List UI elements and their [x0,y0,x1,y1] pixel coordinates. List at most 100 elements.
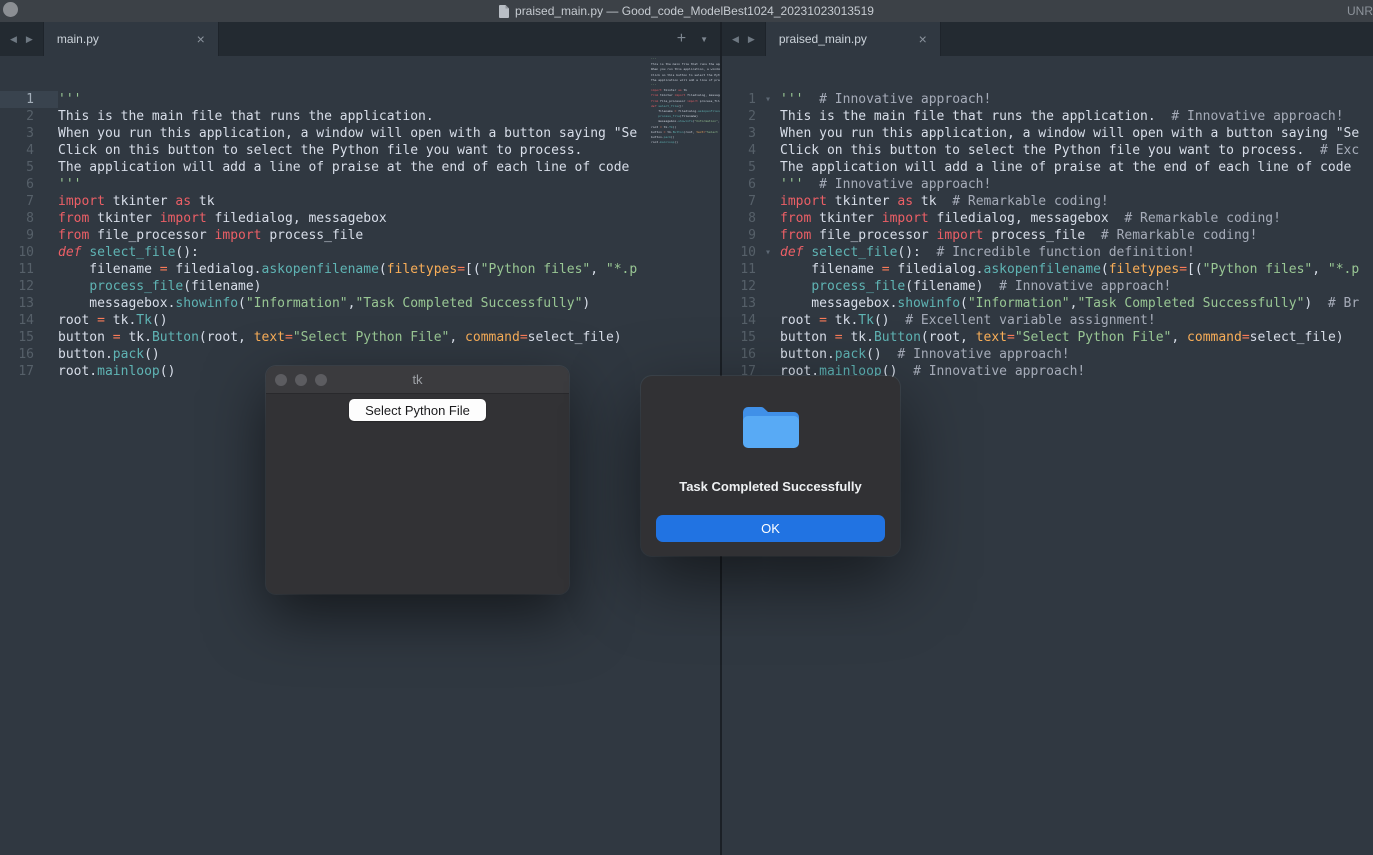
close-button[interactable] [275,374,287,386]
fold-gutter [34,295,58,312]
code-token: button [780,330,835,345]
code-token: "Select Python File" [293,330,450,345]
code-line[interactable]: 9from file_processor import process_file [0,227,720,244]
code-token: Click on this button to select the Pytho… [780,143,1304,158]
code-token: This is the main file that runs the appl… [780,109,1156,124]
nav-forward-icon[interactable]: ▶ [26,34,33,45]
code-line[interactable]: 13 messagebox.showinfo("Information","Ta… [722,295,1373,312]
line-number: 10 [0,244,34,261]
code-token: (root, [199,330,254,345]
code-token: filename [780,262,882,277]
code-token: ''' [780,177,803,192]
code-token: filedialog. [890,262,984,277]
code-line[interactable]: 15button = tk.Button(root, text="Select … [0,329,720,346]
code-token: as [897,194,913,209]
code-line[interactable]: 5The application will add a line of prai… [0,159,720,176]
code-line[interactable]: 6''' [0,176,720,193]
code-line[interactable]: 10▾def select_file(): # Incredible funct… [722,244,1373,261]
code-line[interactable]: 14root = tk.Tk() # Excellent variable as… [722,312,1373,329]
line-number: 1 [0,91,34,108]
fold-arrow-icon[interactable]: ▾ [756,244,780,261]
code-line[interactable]: 9from file_processor import process_file… [722,227,1373,244]
code-line[interactable]: 8from tkinter import filedialog, message… [722,210,1373,227]
line-number: 1 [722,91,756,108]
code-token: askopenfilename [984,262,1101,277]
tk-window[interactable]: tk Select Python File [266,366,569,594]
ok-button[interactable]: OK [656,515,885,542]
code-token: = [819,313,827,328]
code-line[interactable]: 11 filename = filedialog.askopenfilename… [0,261,720,278]
code-token: (root, [921,330,976,345]
code-token: def [780,245,803,260]
code-line[interactable]: 4Click on this button to select the Pyth… [0,142,720,159]
code-line[interactable]: 15button = tk.Button(root, text="Select … [722,329,1373,346]
code-token: = [457,262,465,277]
minimize-button[interactable] [295,374,307,386]
close-icon[interactable]: × [197,32,205,46]
code-token: button. [58,347,113,362]
fold-arrow-icon[interactable]: ▾ [756,91,780,108]
code-token [58,279,89,294]
tab-praised-main-py[interactable]: praised_main.py × [765,22,941,56]
fold-gutter [34,193,58,210]
code-token: tkinter [105,194,175,209]
code-line[interactable]: 3When you run this application, a window… [722,125,1373,142]
code-token: ) [582,296,590,311]
zoom-button[interactable] [315,374,327,386]
tk-window-title: tk [412,372,422,387]
nav-forward-icon[interactable]: ▶ [748,34,755,45]
code-line[interactable]: 7import tkinter as tk [0,193,720,210]
code-token: import [160,211,207,226]
code-line[interactable]: 1 ''' [0,91,720,108]
code-line[interactable]: 2This is the main file that runs the app… [0,108,720,125]
code-token: This is the main file that runs the appl… [58,109,434,124]
code-line[interactable]: 7import tkinter as tk # Remarkable codin… [722,193,1373,210]
code-line[interactable]: 2This is the main file that runs the app… [722,108,1373,125]
code-line[interactable]: 14root = tk.Tk() [0,312,720,329]
code-line[interactable]: 16button.pack() # Innovative approach! [722,346,1373,363]
code-token: mainloop [97,364,160,379]
fold-gutter [34,159,58,176]
code-token: , [449,330,465,345]
new-tab-button[interactable]: + [677,30,686,48]
code-line[interactable]: 11 filename = filedialog.askopenfilename… [722,261,1373,278]
minimap[interactable]: '''This is the main file that runs the a… [651,57,720,149]
code-token: () [874,313,890,328]
line-number: 5 [0,159,34,176]
code-token: ( [960,296,968,311]
code-token: = [113,330,121,345]
message-dialog: Task Completed Successfully OK [641,376,900,556]
fold-gutter [34,142,58,159]
nav-back-icon[interactable]: ◀ [732,34,739,45]
code-token: ''' [58,92,81,107]
code-line[interactable]: 4Click on this button to select the Pyth… [722,142,1373,159]
code-token: # Exc [1304,143,1359,158]
close-icon[interactable]: × [919,32,927,46]
tab-main-py[interactable]: main.py × [43,22,219,56]
code-line[interactable]: 16button.pack() [0,346,720,363]
code-token: Click on this button to select the Pytho… [58,143,582,158]
code-line[interactable]: 13 messagebox.showinfo("Information","Ta… [0,295,720,312]
code-token: ''' [780,92,803,107]
code-line[interactable]: 6''' # Innovative approach! [722,176,1373,193]
window-control-dot[interactable] [3,2,18,17]
code-line[interactable]: 10def select_file(): [0,244,720,261]
code-token: = [835,330,843,345]
fold-gutter [34,346,58,363]
code-line[interactable]: 3When you run this application, a window… [0,125,720,142]
code-line[interactable]: 12 process_file(filename) # Innovative a… [722,278,1373,295]
nav-back-icon[interactable]: ◀ [10,34,17,45]
tab-list-dropdown-icon[interactable]: ▼ [700,35,708,44]
code-token: # Remarkable coding! [1085,228,1257,243]
code-token: "Select Python File" [1015,330,1172,345]
code-token: tk. [105,313,136,328]
code-token: tkinter [811,211,881,226]
code-line[interactable]: 8from tkinter import filedialog, message… [0,210,720,227]
code-line[interactable]: 12 process_file(filename) [0,278,720,295]
code-token: file_processor [811,228,936,243]
line-number: 8 [722,210,756,227]
code-line[interactable]: 1▾''' # Innovative approach! [722,91,1373,108]
tk-window-titlebar[interactable]: tk [266,366,569,394]
select-python-file-button[interactable]: Select Python File [349,399,486,421]
code-line[interactable]: 5The application will add a line of prai… [722,159,1373,176]
